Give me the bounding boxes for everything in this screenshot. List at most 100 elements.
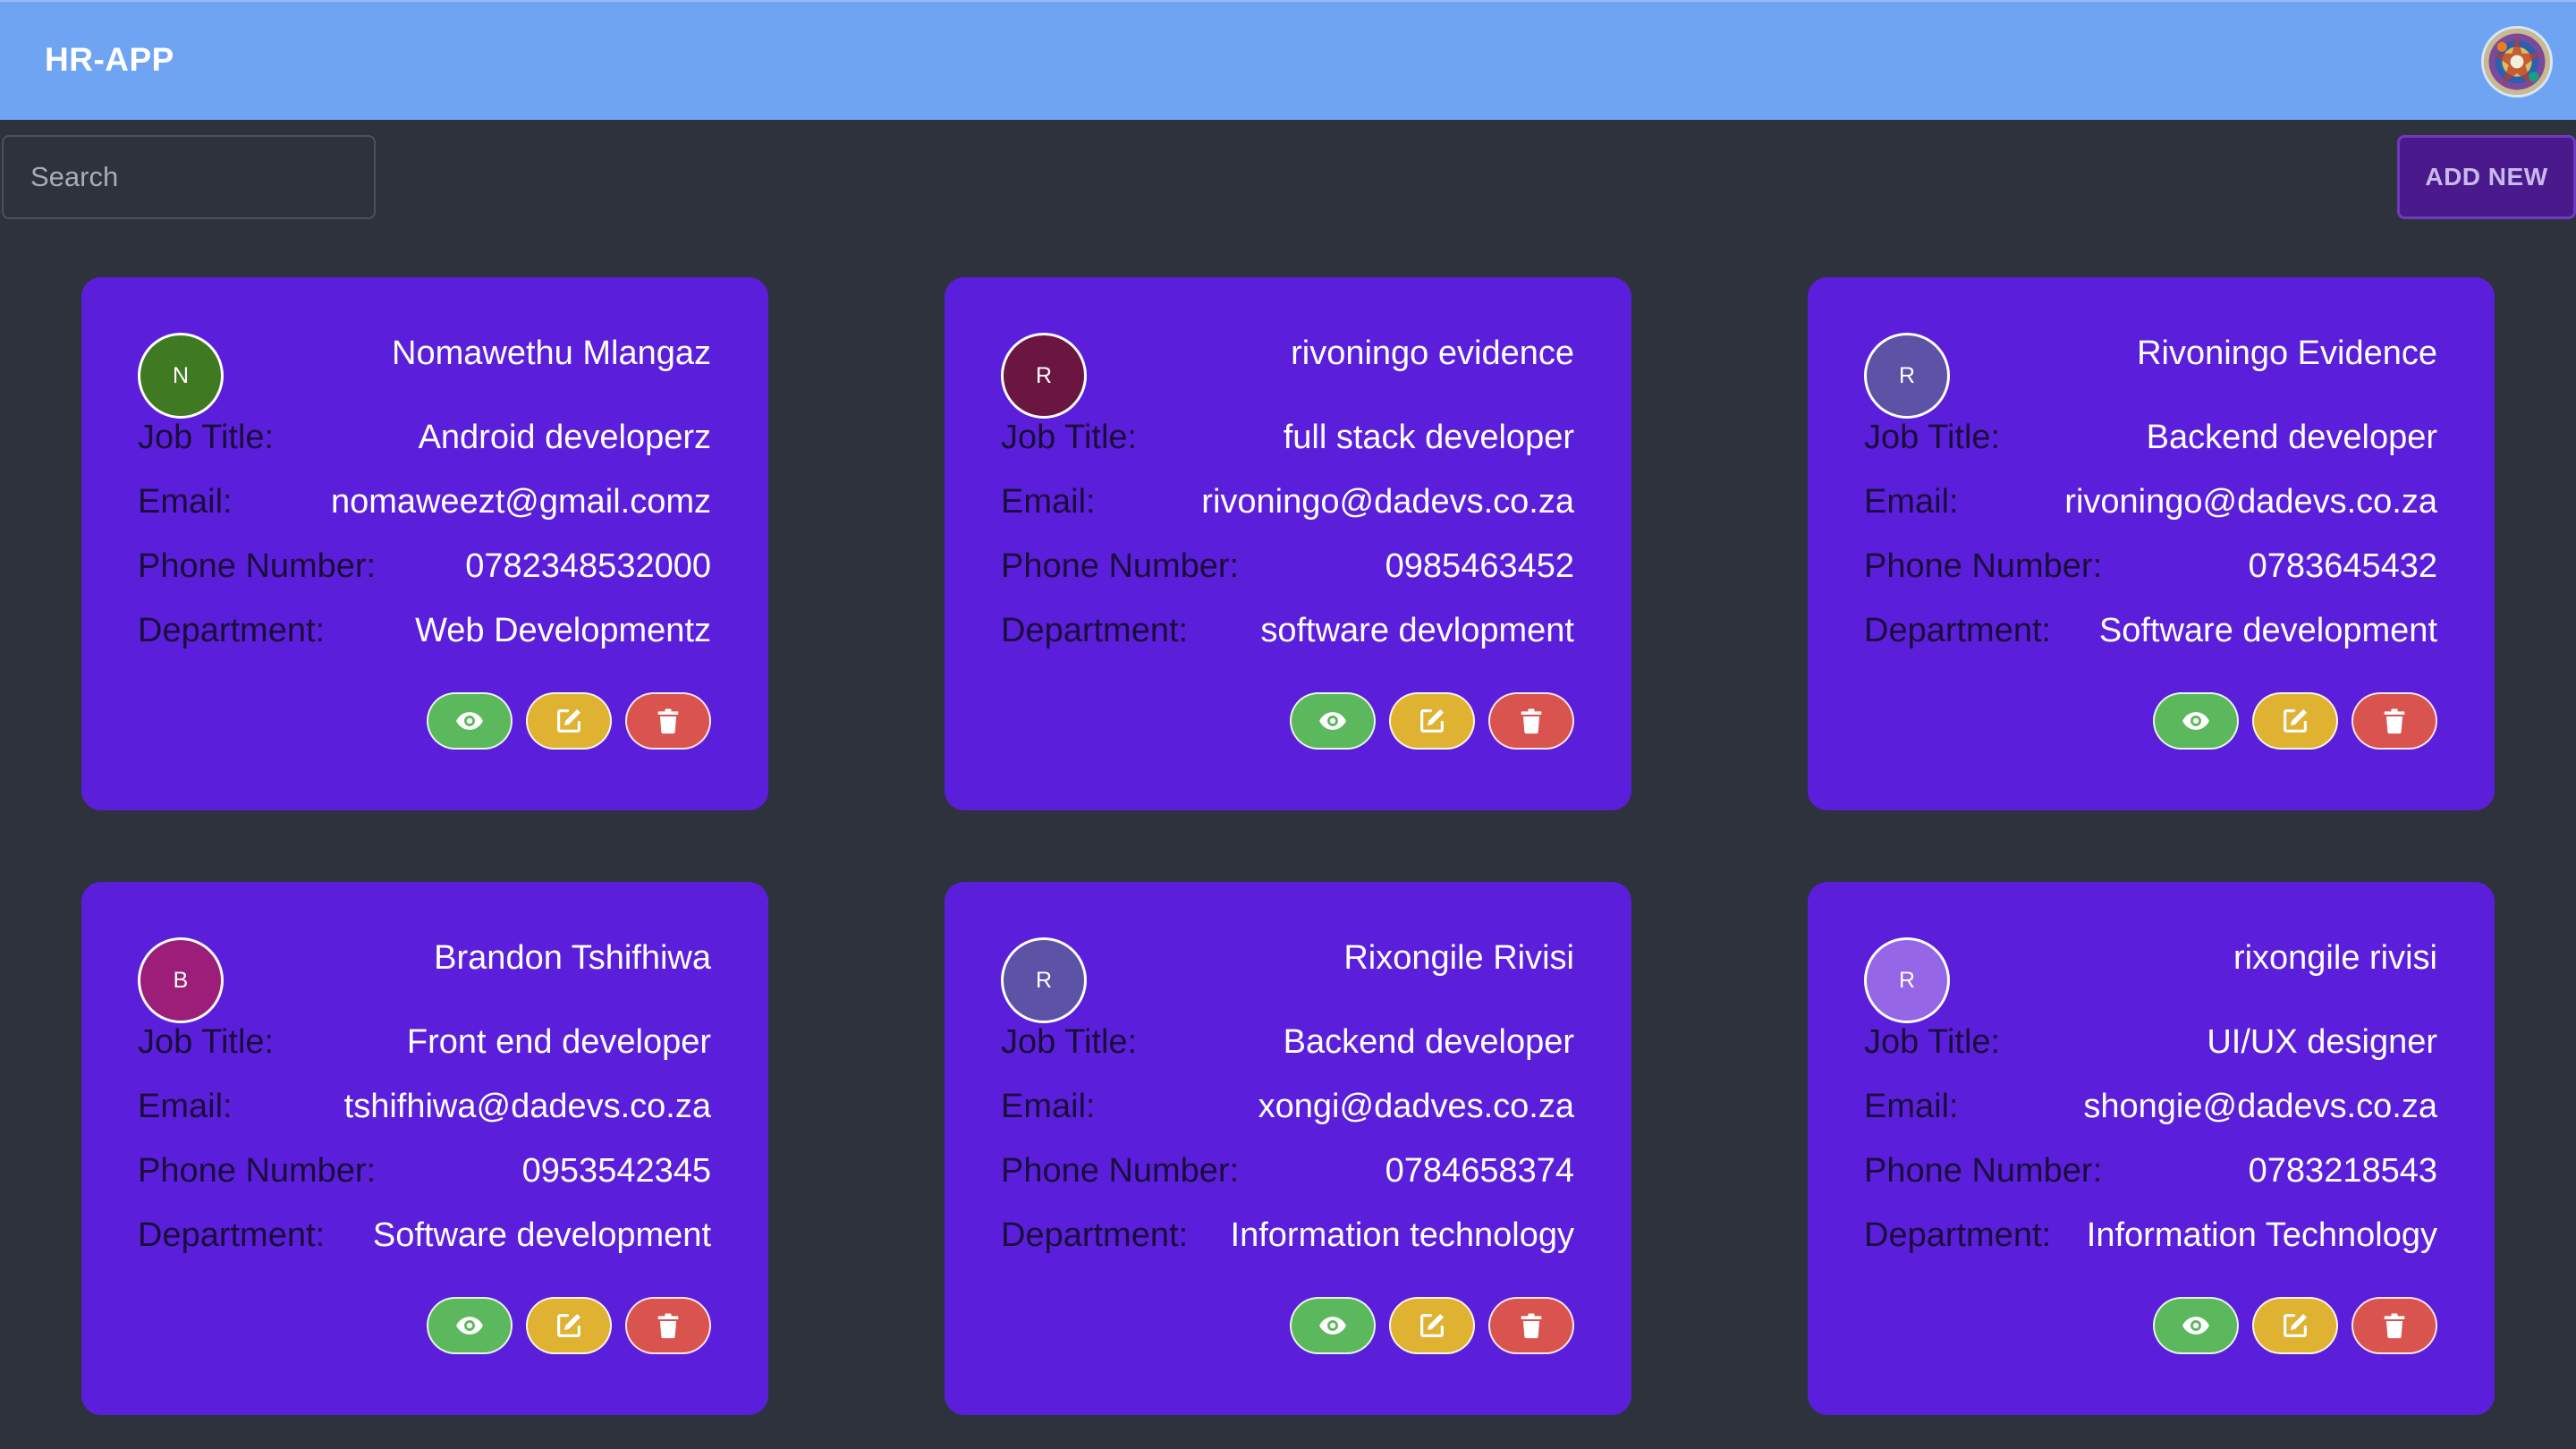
search-input[interactable] xyxy=(2,135,376,219)
delete-button[interactable] xyxy=(1488,692,1574,750)
phone-label: Phone Number: xyxy=(138,1152,377,1190)
job-title-row: Job Title: full stack developer xyxy=(1001,419,1574,463)
avatar-image xyxy=(2484,29,2550,95)
department-label: Department: xyxy=(1001,612,1189,649)
view-button[interactable] xyxy=(2153,1297,2239,1354)
trash-icon xyxy=(2384,708,2405,734)
employee-name: rixongile rivisi xyxy=(2233,939,2437,977)
employee-avatar: R xyxy=(1864,333,1950,419)
trash-icon xyxy=(1521,1313,1542,1339)
employee-card: R rixongile rivisi Job Title: UI/UX desi… xyxy=(1808,882,2495,1415)
edit-button[interactable] xyxy=(526,1297,612,1354)
department-row: Department: Information Technology xyxy=(1864,1216,2437,1261)
department-label: Department: xyxy=(138,612,326,649)
employee-name: Brandon Tshifhiwa xyxy=(434,939,711,977)
trash-icon xyxy=(657,1313,679,1339)
view-button[interactable] xyxy=(2153,692,2239,750)
phone-value: 0985463452 xyxy=(1385,547,1574,585)
phone-row: Phone Number: 0783218543 xyxy=(1864,1152,2437,1197)
email-row: Email: shongie@dadevs.co.za xyxy=(1864,1088,2437,1132)
job-title-label: Job Title: xyxy=(1001,419,1138,456)
job-title-row: Job Title: Android developerz xyxy=(138,419,711,463)
department-row: Department: software devlopment xyxy=(1001,612,1574,657)
job-title-label: Job Title: xyxy=(1864,1023,2001,1061)
email-value: rivoningo@dadevs.co.za xyxy=(2064,483,2437,521)
eye-icon xyxy=(2182,712,2209,730)
email-label: Email: xyxy=(1001,483,1096,521)
job-title-row: Job Title: UI/UX designer xyxy=(1864,1023,2437,1068)
department-row: Department: Software development xyxy=(138,1216,711,1261)
delete-button[interactable] xyxy=(625,1297,711,1354)
delete-button[interactable] xyxy=(2351,1297,2437,1354)
email-label: Email: xyxy=(138,483,233,521)
card-actions xyxy=(1290,692,1574,750)
email-value: shongie@dadevs.co.za xyxy=(2083,1088,2437,1125)
view-button[interactable] xyxy=(427,1297,513,1354)
email-value: tshifhiwa@dadevs.co.za xyxy=(343,1088,711,1125)
phone-label: Phone Number: xyxy=(1001,1152,1240,1190)
card-actions xyxy=(2153,1297,2437,1354)
email-row: Email: rivoningo@dadevs.co.za xyxy=(1001,483,1574,528)
edit-icon xyxy=(2284,1313,2308,1337)
employee-card: N Nomawethu Mlangaz Job Title: Android d… xyxy=(81,277,768,810)
department-label: Department: xyxy=(1001,1216,1189,1254)
department-value: Software development xyxy=(372,1216,711,1254)
email-row: Email: xongi@dadves.co.za xyxy=(1001,1088,1574,1132)
email-label: Email: xyxy=(1001,1088,1096,1125)
department-row: Department: Information technology xyxy=(1001,1216,1574,1261)
delete-button[interactable] xyxy=(2351,692,2437,750)
add-new-button[interactable]: ADD NEW xyxy=(2397,135,2576,219)
employee-card: R Rivoningo Evidence Job Title: Backend … xyxy=(1808,277,2495,810)
email-label: Email: xyxy=(1864,1088,1959,1125)
employee-name: Rixongile Rivisi xyxy=(1343,939,1574,977)
employee-avatar: R xyxy=(1001,333,1087,419)
email-label: Email: xyxy=(138,1088,233,1125)
card-actions xyxy=(427,1297,711,1354)
phone-label: Phone Number: xyxy=(1001,547,1240,585)
edit-button[interactable] xyxy=(2252,692,2338,750)
view-button[interactable] xyxy=(1290,692,1376,750)
phone-row: Phone Number: 0783645432 xyxy=(1864,547,2437,592)
job-title-value: Backend developer xyxy=(1283,1023,1574,1061)
job-title-label: Job Title: xyxy=(138,1023,275,1061)
job-title-row: Job Title: Backend developer xyxy=(1864,419,2437,463)
edit-button[interactable] xyxy=(526,692,612,750)
phone-value: 0783645432 xyxy=(2248,547,2437,585)
view-button[interactable] xyxy=(1290,1297,1376,1354)
employee-name: Nomawethu Mlangaz xyxy=(392,335,711,372)
edit-icon xyxy=(1420,708,1445,733)
edit-icon xyxy=(557,1313,581,1337)
trash-icon xyxy=(657,708,679,734)
edit-button[interactable] xyxy=(1389,1297,1475,1354)
eye-icon xyxy=(2182,1317,2209,1335)
department-value: Information Technology xyxy=(2086,1216,2437,1254)
email-value: nomaweezt@gmail.comz xyxy=(330,483,711,521)
user-avatar[interactable] xyxy=(2481,26,2553,97)
job-title-row: Job Title: Backend developer xyxy=(1001,1023,1574,1068)
app-title[interactable]: HR-APP xyxy=(45,41,174,79)
email-value: xongi@dadves.co.za xyxy=(1258,1088,1574,1125)
edit-button[interactable] xyxy=(1389,692,1475,750)
department-value: Software development xyxy=(2098,612,2437,649)
eye-icon xyxy=(456,712,483,730)
job-title-value: Backend developer xyxy=(2146,419,2437,456)
phone-row: Phone Number: 0953542345 xyxy=(138,1152,711,1197)
job-title-label: Job Title: xyxy=(1864,419,2001,456)
delete-button[interactable] xyxy=(1488,1297,1574,1354)
phone-value: 0953542345 xyxy=(521,1152,711,1190)
edit-icon xyxy=(557,708,581,733)
phone-value: 0782348532000 xyxy=(465,547,711,585)
edit-button[interactable] xyxy=(2252,1297,2338,1354)
job-title-label: Job Title: xyxy=(1001,1023,1138,1061)
delete-button[interactable] xyxy=(625,692,711,750)
job-title-label: Job Title: xyxy=(138,419,275,456)
trash-icon xyxy=(1521,708,1542,734)
department-value: Information technology xyxy=(1230,1216,1574,1254)
employee-avatar: N xyxy=(138,333,224,419)
eye-icon xyxy=(1319,712,1346,730)
edit-icon xyxy=(1420,1313,1445,1337)
employee-avatar: R xyxy=(1001,937,1087,1023)
job-title-value: Front end developer xyxy=(406,1023,711,1061)
employee-name: Rivoningo Evidence xyxy=(2137,335,2437,372)
view-button[interactable] xyxy=(427,692,513,750)
